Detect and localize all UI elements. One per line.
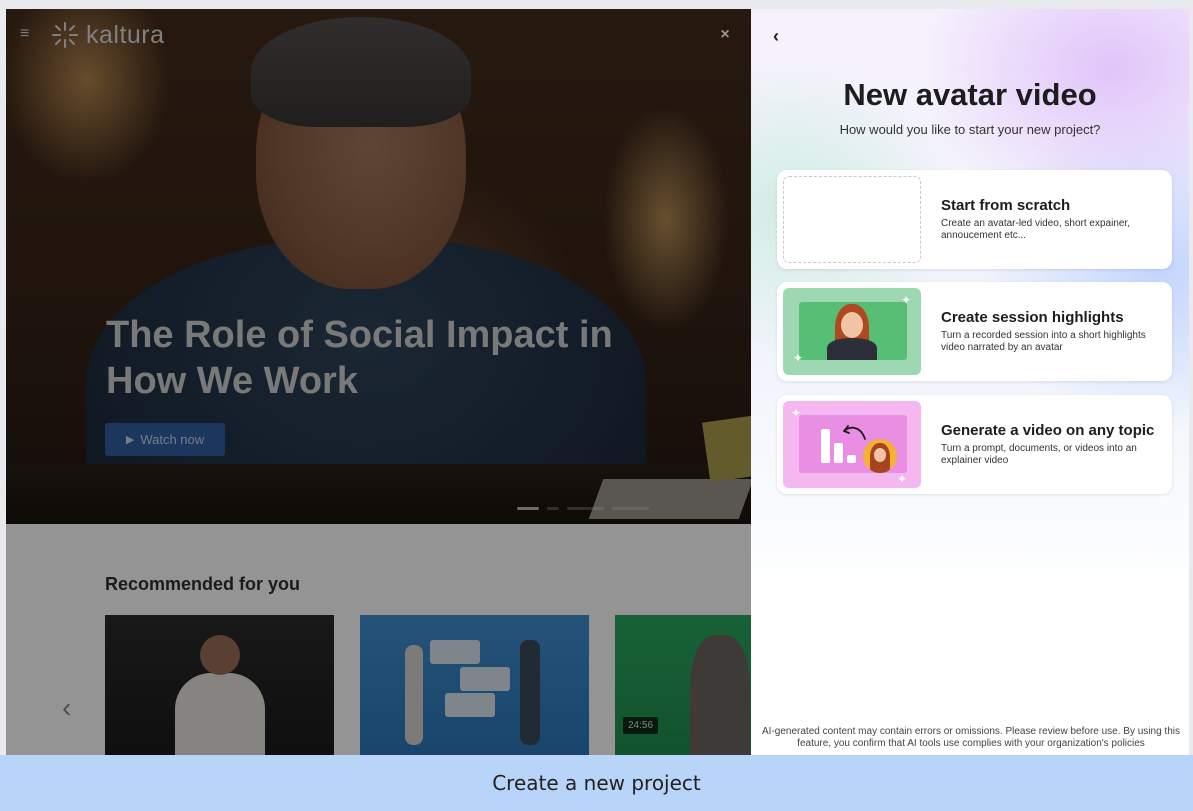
option-description: Turn a recorded session into a short hig… xyxy=(941,330,1146,353)
option-description: Create an avatar-led video, short expain… xyxy=(941,218,1130,241)
session-highlights-thumbnail: ✦ ✦ xyxy=(783,288,921,375)
ai-disclaimer: AI-generated content may contain errors … xyxy=(762,726,1180,749)
generate-topic-thumbnail: ✦ ✦ xyxy=(783,401,921,488)
new-avatar-video-panel: ‹ New avatar video How would you like to… xyxy=(751,9,1189,755)
sparkle-icon: ✦ xyxy=(793,351,804,365)
back-button[interactable]: ‹ xyxy=(773,27,787,45)
option-title: Generate a video on any topic xyxy=(941,422,1155,439)
panel-title: New avatar video xyxy=(843,77,1097,112)
modal-backdrop[interactable] xyxy=(6,9,751,755)
sparkle-icon: ✦ xyxy=(791,406,802,420)
avatar-body xyxy=(827,338,877,360)
avatar-face xyxy=(874,448,886,462)
option-card-create-session-highlights[interactable]: ✦ ✦ Create session highlights Turn a rec… xyxy=(777,282,1172,381)
option-title: Create session highlights xyxy=(941,309,1124,326)
curved-arrow-icon xyxy=(843,425,866,440)
blank-placeholder-thumbnail xyxy=(783,176,921,263)
avatar-circle xyxy=(863,439,897,473)
chart-bar-shape xyxy=(834,443,843,463)
chart-bar-shape xyxy=(847,455,856,463)
option-description: Turn a prompt, documents, or videos into… xyxy=(941,443,1137,466)
option-card-generate-video-on-topic[interactable]: ✦ ✦ Generate a video on any topic Turn a… xyxy=(777,395,1172,494)
avatar-face xyxy=(841,312,863,338)
option-title: Start from scratch xyxy=(941,197,1071,214)
caption-bar: Create a new project xyxy=(0,755,1193,811)
sparkle-icon: ✦ xyxy=(901,293,912,307)
panel-subtitle: How would you like to start your new pro… xyxy=(839,122,1101,137)
app-window: ≡ kaltura The Role of Social Impact in H… xyxy=(6,9,1189,755)
chart-bar-shape xyxy=(821,429,830,463)
option-card-start-from-scratch[interactable]: Start from scratch Create an avatar-led … xyxy=(777,170,1172,269)
background-page: ≡ kaltura The Role of Social Impact in H… xyxy=(6,9,751,755)
caption-text: Create a new project xyxy=(492,771,701,795)
sparkle-icon: ✦ xyxy=(897,472,908,486)
